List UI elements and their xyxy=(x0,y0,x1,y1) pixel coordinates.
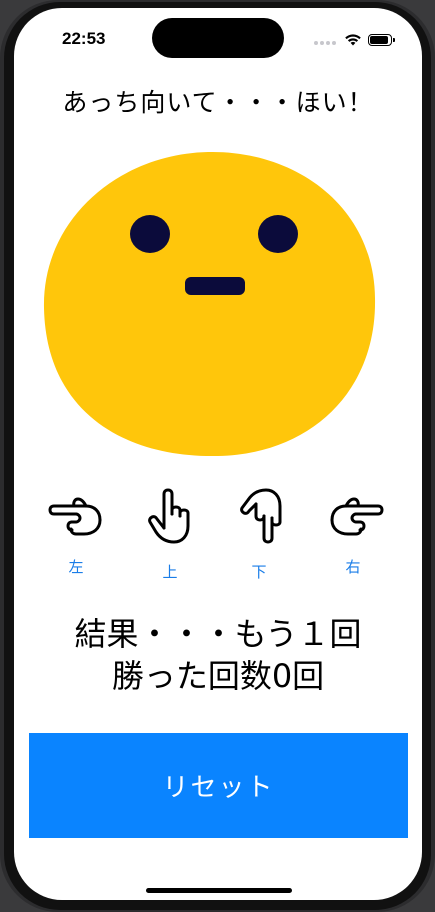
result-text: 結果・・・もう１回 勝った回数0回 xyxy=(14,613,422,697)
battery-icon xyxy=(368,33,395,46)
face-circle xyxy=(43,151,376,457)
app-screen: 22:53 あっち向いて・・・ほい！ 左 上 下 右 結果・・・もう１回 勝った… xyxy=(14,8,422,900)
hand-pointing-down-icon[interactable] xyxy=(234,486,294,546)
status-bar: 22:53 xyxy=(14,8,422,62)
face-area xyxy=(40,148,380,460)
page-title: あっち向いて・・・ほい！ xyxy=(62,88,374,117)
status-time: 22:53 xyxy=(62,29,106,48)
result-status: 結果・・・もう１回 xyxy=(74,615,362,653)
win-count: 勝った回数0回 xyxy=(111,657,325,695)
hand-pointing-up-icon[interactable] xyxy=(140,486,200,546)
left-eye xyxy=(130,215,170,253)
direction-label-left[interactable]: 左 xyxy=(56,556,96,577)
face-image xyxy=(43,151,376,457)
direction-label-down[interactable]: 下 xyxy=(239,561,279,582)
right-eye xyxy=(258,215,298,253)
dynamic-island xyxy=(152,18,284,58)
home-indicator xyxy=(146,888,292,893)
reset-button[interactable]: リセット xyxy=(29,733,408,838)
hand-pointing-right-icon[interactable] xyxy=(326,486,386,546)
status-icons xyxy=(314,30,395,49)
direction-label-up[interactable]: 上 xyxy=(150,561,190,582)
wifi-icon xyxy=(345,34,361,46)
cellular-signal-icon xyxy=(314,30,338,49)
direction-hands xyxy=(14,486,422,546)
hand-pointing-left-icon[interactable] xyxy=(46,486,106,546)
mouth xyxy=(185,277,245,295)
direction-label-right[interactable]: 右 xyxy=(333,556,373,577)
